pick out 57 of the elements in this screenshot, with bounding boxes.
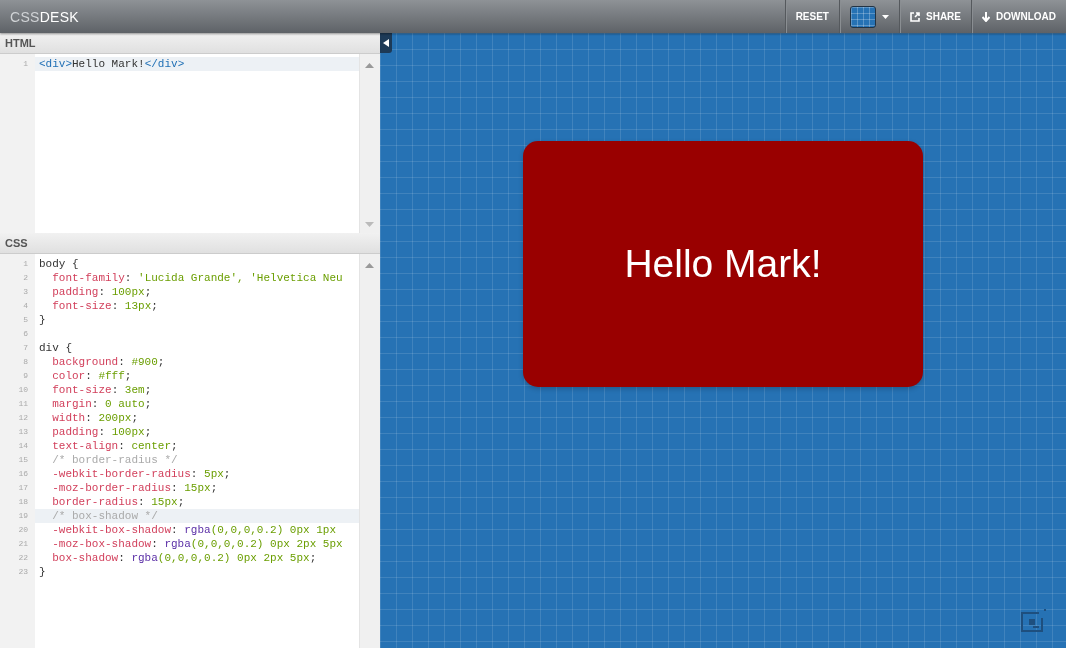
code-line: div { [38,341,73,355]
scroll-up-icon[interactable] [365,263,374,268]
line-number: 12 [17,412,29,424]
line-number: 23 [17,566,29,578]
download-icon [982,11,990,22]
caret-icon [882,14,889,19]
logo: CSSDESK [9,7,79,27]
collapse-icon [383,39,389,47]
code-line: /* border-radius */ [51,453,179,467]
code-line: width: 200px; [51,411,140,425]
collapse-tab[interactable] [380,33,392,53]
scrollbar[interactable] [359,254,380,648]
line-number: 2 [22,272,29,284]
scroll-down-icon[interactable] [365,222,374,227]
line-number: 22 [17,552,29,564]
code-line: -webkit-box-shadow: rgba(0,0,0,0.2) 0px 1px [51,523,338,537]
code-line: font-family: 'Lucida Grande', 'Helvetica Neu [51,271,344,285]
code-line: -moz-box-shadow: rgba(0,0,0,0.2) 0px 2px 5px [51,537,344,551]
code-line: padding: 100px; [51,285,153,299]
line-number: 15 [17,454,29,466]
external-link-icon [910,11,920,22]
code-line: font-size: 3em; [51,383,153,397]
line-number: 11 [17,398,29,410]
code-line: text-align: center; [51,439,179,453]
line-number: 20 [17,524,29,536]
line-number: 6 [22,328,29,340]
line-number: 21 [17,538,29,550]
code-line: color: #fff; [51,369,133,383]
code-line: -moz-border-radius: 15px; [51,481,219,495]
line-number: 5 [22,314,29,326]
scroll-up-icon[interactable] [365,63,374,68]
line-number: 19 [17,510,29,522]
code-line: -webkit-border-radius: 5px; [51,467,232,481]
code-line: font-size: 13px; [51,299,159,313]
code-line: margin: 0 auto; [51,397,153,411]
code-line: } [38,313,47,327]
grid-logo-icon [1021,609,1046,634]
pane-header: CSS [0,233,380,254]
line-number: 10 [17,384,29,396]
code-line: body { [38,257,80,271]
line-number: 17 [17,482,29,494]
line-number: 16 [17,468,29,480]
code-line: box-shadow: rgba(0,0,0,0.2) 0px 2px 5px; [51,551,318,565]
code-editor[interactable]: <div>Hello Mark!</div> [35,54,359,233]
line-number: 4 [22,300,29,312]
code-line: } [38,565,47,579]
pane-header: HTML [0,33,380,54]
line-number: 13 [17,426,29,438]
code-line: background: #900; [51,355,166,369]
code-line: border-radius: 15px; [51,495,186,509]
code-line: padding: 100px; [51,425,153,439]
line-number: 18 [17,496,29,508]
line-number: 8 [22,356,29,368]
line-number: 14 [17,440,29,452]
preview-box: Hello Mark! [523,141,923,387]
grid-swatch-icon [850,5,876,28]
scrollbar[interactable] [359,54,380,233]
